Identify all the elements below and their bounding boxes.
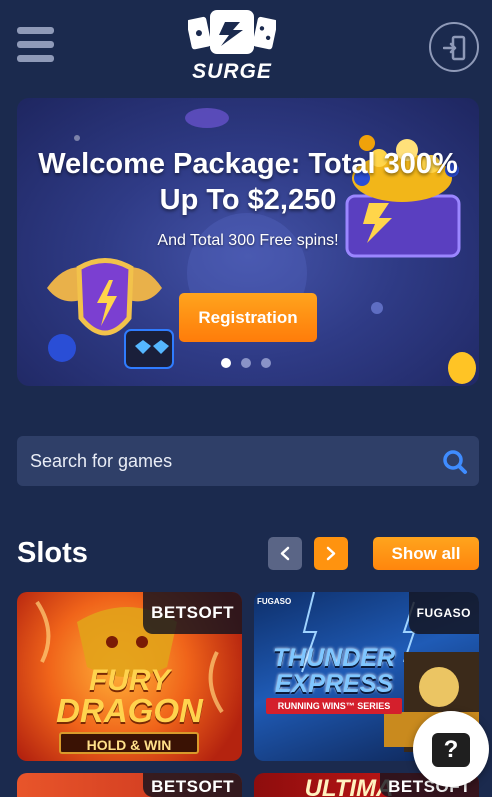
promo-banner[interactable]: Welcome Package: Total 300% Up To $2,250… [17,98,479,386]
provider-badge-small: FUGASO [257,597,292,606]
top-bar: SURGE [0,0,492,92]
carousel-dot-1[interactable] [221,358,231,368]
help-icon: ? [432,733,470,767]
help-button[interactable]: ? [413,711,489,787]
login-icon [443,35,466,61]
game-card-fury-dragon[interactable]: BETSOFT FURY DRAGON HOLD & WIN [17,592,242,761]
game-tag: HOLD & WIN [59,732,199,754]
search-icon[interactable] [442,449,468,475]
chevron-left-icon [280,546,290,561]
carousel-dots [221,358,281,368]
login-button[interactable] [429,22,479,72]
carousel-dot-3[interactable] [261,358,271,368]
surge-logo[interactable]: SURGE [182,8,282,86]
show-all-button[interactable]: Show all [373,537,479,570]
game-title-line2: EXPRESS [274,670,394,698]
slots-prev-button[interactable] [268,537,302,570]
logo-cards-icon [188,10,276,54]
logo-text: SURGE [192,60,272,83]
carousel-dot-2[interactable] [241,358,251,368]
slots-section-title: Slots [17,537,88,569]
game-title-line2: DRAGON [56,692,203,729]
hamburger-icon[interactable] [17,27,54,63]
registration-button[interactable]: Registration [179,293,317,342]
game-title-line1: THUNDER [272,644,396,672]
game-tag: RUNNING WINS™ SERIES [266,698,402,714]
search-input[interactable] [17,436,427,486]
banner-subtitle: And Total 300 Free spins! [157,232,339,249]
banner-title-line2: Up To $2,250 [159,184,337,216]
banner-title-line1: Welcome Package: Total 300% [38,148,458,180]
game-card-3[interactable]: BETSOFT [17,773,242,797]
chevron-right-icon [326,546,336,561]
provider-badge: BETSOFT [143,773,242,797]
provider-badge: FUGASO [408,592,479,634]
slots-next-button[interactable] [314,537,348,570]
provider-badge: BETSOFT [143,592,242,634]
banner-title: Welcome Package: Total 300% Up To $2,250 [17,146,479,218]
search-bar [17,436,479,486]
